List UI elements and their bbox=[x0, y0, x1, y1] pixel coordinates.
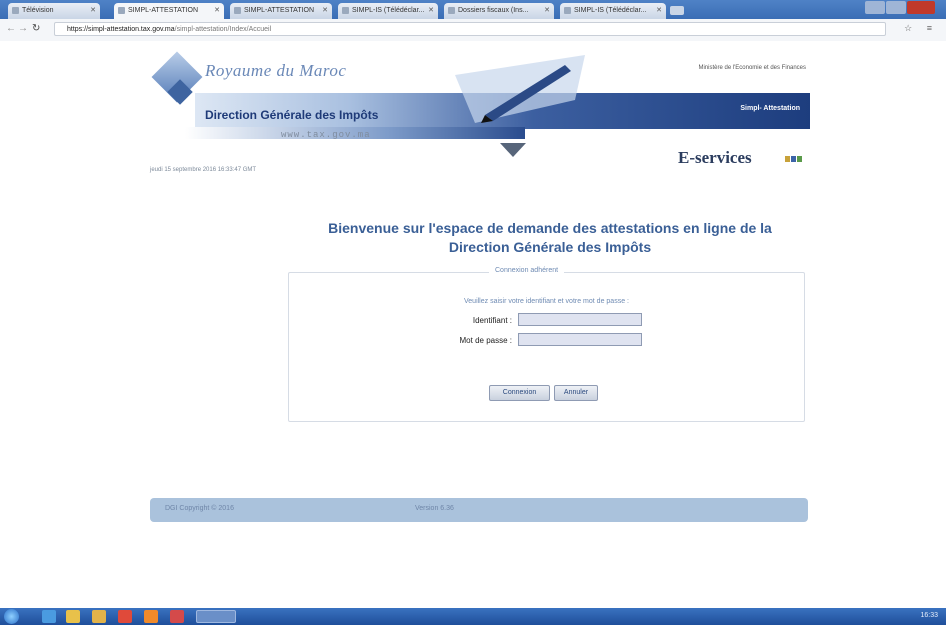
page-content: Royaume du Maroc Ministère de l'Economie… bbox=[0, 41, 946, 608]
page-footer: DGI Copyright © 2016 Version 6.36 bbox=[150, 498, 808, 522]
browser-tab[interactable]: SIMPL-IS (Télédéclar... ✕ bbox=[338, 3, 438, 19]
close-window-button[interactable] bbox=[907, 1, 935, 14]
connect-button[interactable]: Connexion bbox=[489, 385, 550, 401]
header-banner: Royaume du Maroc Ministère de l'Economie… bbox=[151, 51, 810, 157]
tray-clock: 16:33 bbox=[920, 612, 938, 619]
version-text: Version 6.36 bbox=[415, 505, 454, 512]
browser-tab[interactable]: Dossiers fiscaux (Ins... ✕ bbox=[444, 3, 554, 19]
close-tab-icon[interactable]: ✕ bbox=[322, 3, 328, 19]
eservices-square-icon bbox=[791, 156, 796, 162]
password-input[interactable] bbox=[518, 333, 642, 346]
browser-tab[interactable]: Télévision ✕ bbox=[8, 3, 100, 19]
explorer-icon[interactable] bbox=[66, 610, 80, 623]
eservices-square-icon bbox=[797, 156, 802, 162]
browser-tab-bar: Télévision ✕ SIMPL-ATTESTATION ✕ SIMPL-ATT… bbox=[0, 0, 946, 19]
minimize-button[interactable] bbox=[865, 1, 885, 14]
url-input[interactable]: https://simpl-attestation.tax.gov.ma/sim… bbox=[54, 22, 886, 36]
folder-icon[interactable] bbox=[92, 610, 106, 623]
login-legend: Connexion adhérent bbox=[489, 267, 565, 274]
pen-illustration-icon bbox=[455, 55, 585, 123]
maximize-button[interactable] bbox=[886, 1, 906, 14]
simpl-attestation-badge: Simpl- Attestation bbox=[740, 105, 800, 112]
start-button[interactable] bbox=[4, 609, 19, 624]
favicon-icon bbox=[234, 7, 241, 14]
dgi-title: Direction Générale des Impôts bbox=[205, 108, 379, 122]
password-label: Mot de passe : bbox=[459, 336, 512, 345]
ie-icon[interactable] bbox=[42, 610, 56, 623]
cancel-button[interactable]: Annuler bbox=[554, 385, 598, 401]
close-tab-icon[interactable]: ✕ bbox=[90, 3, 96, 19]
acrobat-icon[interactable] bbox=[118, 610, 132, 623]
login-fieldset: Connexion adhérent Veuillez saisir votre… bbox=[288, 267, 805, 422]
browser-tab-active[interactable]: SIMPL-ATTESTATION ✕ bbox=[114, 3, 224, 19]
address-bar-row: ← → ↻ https://simpl-attestation.tax.gov.… bbox=[0, 19, 946, 42]
eservices-square-icon bbox=[785, 156, 790, 162]
identifier-input[interactable] bbox=[518, 313, 642, 326]
identifier-label: Identifiant : bbox=[472, 316, 512, 325]
browser-tab[interactable]: SIMPL-ATTESTATION ✕ bbox=[230, 3, 332, 19]
welcome-heading: Bienvenue sur l'espace de demande des at… bbox=[328, 220, 772, 255]
copyright-text: DGI Copyright © 2016 bbox=[165, 505, 234, 512]
close-tab-icon[interactable]: ✕ bbox=[544, 3, 550, 19]
chevron-down-icon bbox=[500, 143, 526, 157]
back-icon[interactable]: ← bbox=[6, 23, 16, 34]
ministry-label: Ministère de l'Economie et des Finances bbox=[698, 65, 806, 71]
new-tab-button[interactable] bbox=[670, 6, 684, 15]
eservices-title: E-services bbox=[678, 148, 752, 167]
favicon-icon bbox=[12, 7, 19, 14]
window-controls bbox=[864, 1, 936, 15]
website-label: www.tax.gov.ma bbox=[281, 130, 371, 140]
close-tab-icon[interactable]: ✕ bbox=[656, 3, 662, 19]
media-icon[interactable] bbox=[170, 610, 184, 623]
favicon-icon bbox=[342, 7, 349, 14]
close-tab-icon[interactable]: ✕ bbox=[428, 3, 434, 19]
reload-icon[interactable]: ↻ bbox=[32, 23, 40, 34]
kingdom-title: Royaume du Maroc bbox=[205, 61, 347, 80]
forward-icon[interactable]: → bbox=[18, 23, 28, 34]
firefox-icon[interactable] bbox=[144, 610, 158, 623]
os-taskbar: 16:33 bbox=[0, 608, 946, 625]
favicon-icon bbox=[448, 7, 455, 14]
bookmark-star-icon[interactable]: ☆ ≡ bbox=[904, 23, 938, 34]
favicon-icon bbox=[564, 7, 571, 14]
favicon-icon bbox=[118, 7, 125, 14]
close-tab-icon[interactable]: ✕ bbox=[214, 3, 220, 19]
current-datetime: jeudi 15 septembre 2016 16:33:47 GMT bbox=[150, 167, 257, 173]
login-instruction: Veuillez saisir votre identifiant et vot… bbox=[464, 298, 629, 305]
chrome-icon[interactable] bbox=[196, 610, 236, 623]
browser-tab[interactable]: SIMPL-IS (Télédéclar... ✕ bbox=[560, 3, 666, 19]
